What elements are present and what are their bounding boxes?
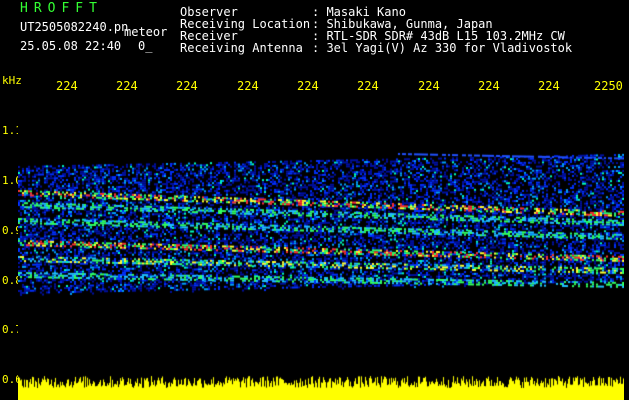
app-brand: HROFFT: [20, 1, 103, 16]
spectrogram-canvas: [18, 98, 624, 400]
time-tick-label: 2250: [594, 79, 623, 93]
time-tick-label: 224: [418, 79, 440, 93]
freq-unit-label: kHz: [2, 74, 22, 87]
mode-label: meteor: [124, 25, 168, 39]
time-tick-label: 224: [237, 79, 259, 93]
antenna-value: : 3el Yagi(V) Az 330 for Vladivostok: [312, 41, 573, 55]
time-tick-label: 224: [357, 79, 379, 93]
time-tick-label: 224: [478, 79, 500, 93]
counter-label: 0_: [138, 39, 153, 53]
time-tick-label: 224: [176, 79, 198, 93]
antenna-label: Receiving Antenna: [180, 41, 303, 55]
hrofft-window: HROFFT UT2505082240.pn meteor 25.05.08 2…: [0, 0, 629, 400]
filename-label: UT2505082240.pn: [20, 20, 129, 34]
time-tick-label: 224: [116, 79, 138, 93]
datetime-label: 25.05.08 22:40: [20, 39, 122, 53]
time-tick-label: 224: [297, 79, 319, 93]
time-tick-label: 224: [56, 79, 78, 93]
time-tick-label: 224: [538, 79, 560, 93]
